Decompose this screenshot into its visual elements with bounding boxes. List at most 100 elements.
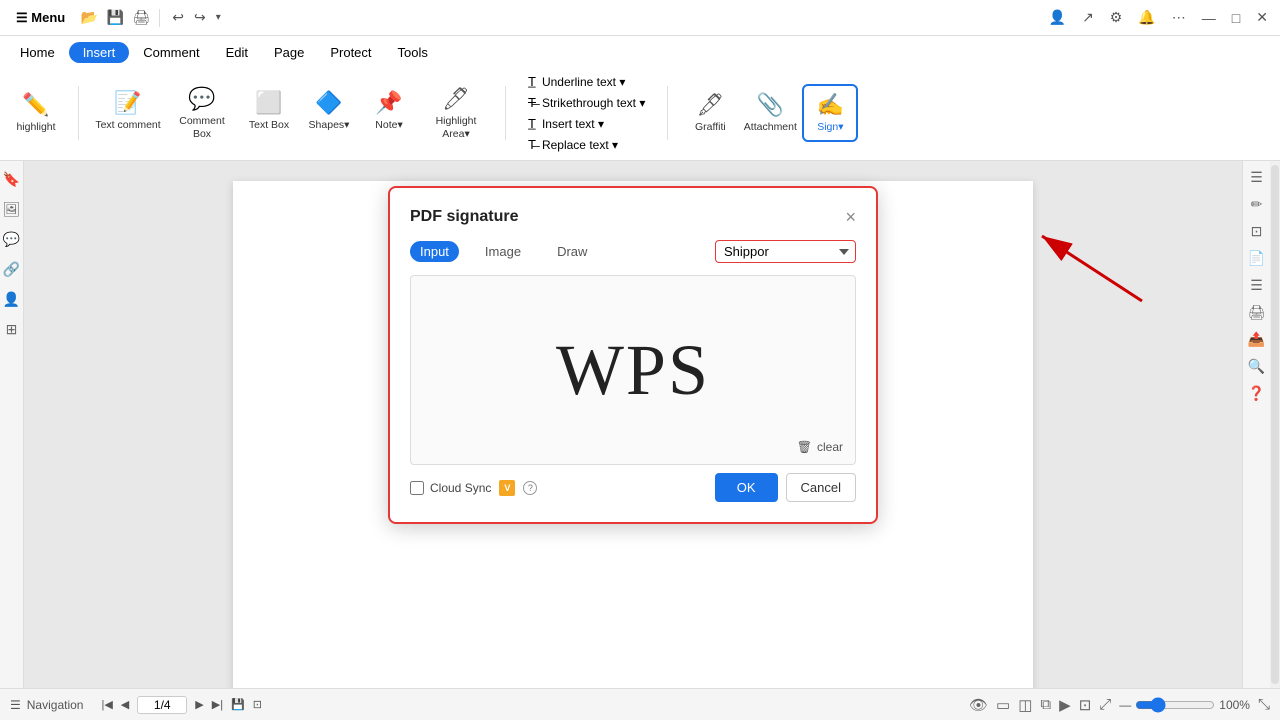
view-eye-icon[interactable]: 👁	[969, 696, 988, 714]
help-right-icon[interactable]: ❓	[1248, 385, 1265, 402]
graffiti-button[interactable]: 🖋 Graffiti	[682, 84, 738, 142]
last-page-icon[interactable]: ▶|	[212, 698, 223, 711]
single-page-icon[interactable]: ▭	[996, 696, 1010, 714]
open-icon[interactable]: 📂	[79, 8, 99, 28]
fit-page-icon[interactable]: ⊡	[253, 698, 262, 711]
cloud-sync-checkbox[interactable]	[410, 481, 424, 495]
page-input[interactable]	[137, 696, 187, 714]
status-nav: ☰ Navigation	[10, 698, 83, 712]
tab-comment[interactable]: Comment	[131, 41, 211, 64]
image-thumb-icon[interactable]: 🖼	[2, 199, 22, 219]
document-page: PDF signature × Input Image Draw Shippor…	[233, 181, 1033, 688]
highlight-area-button[interactable]: 🖊 Highlight Area▾	[421, 82, 491, 144]
shapes-label: Shapes▾	[309, 119, 350, 132]
redo-icon[interactable]: ↪	[190, 7, 210, 28]
crop-icon[interactable]: ⊡	[1251, 223, 1263, 240]
save-status-icon[interactable]: 💾	[231, 698, 245, 711]
text-extract-icon[interactable]: 📄	[1248, 250, 1265, 267]
undo-dropdown-icon[interactable]: ▾	[212, 10, 225, 25]
bookmark-icon[interactable]: 🔖	[2, 169, 22, 189]
grid-icon[interactable]: ⊞	[2, 319, 22, 339]
comment-box-button[interactable]: 💬 Comment Box	[167, 82, 237, 144]
tab-page[interactable]: Page	[262, 41, 316, 64]
resize-icon[interactable]: ⤢	[1099, 696, 1111, 713]
ok-button[interactable]: OK	[715, 473, 778, 502]
profile-icon[interactable]: 👤	[1045, 7, 1070, 28]
comment-box-label: Comment Box	[169, 115, 235, 140]
zoom-value: 100%	[1219, 698, 1250, 712]
expand-icon[interactable]: ⤡	[1258, 696, 1270, 713]
highlight-button[interactable]: ✏️ highlight	[8, 84, 64, 142]
font-select-dropdown[interactable]: Shippor Arial Times New Roman Courier	[715, 240, 856, 263]
cloud-sync-group: Cloud Sync V ?	[410, 480, 537, 496]
navigation-toggle-icon[interactable]: ☰	[10, 698, 21, 712]
close-icon[interactable]: ✕	[1252, 7, 1272, 28]
tab-tools[interactable]: Tools	[386, 41, 440, 64]
print-icon[interactable]: 🖨	[131, 8, 151, 28]
cancel-button[interactable]: Cancel	[786, 473, 856, 502]
strikethrough-text-button[interactable]: T̶ Strikethrough text ▾	[520, 93, 653, 112]
notification-icon[interactable]: 🔔	[1134, 7, 1159, 28]
title-bar: ☰ Menu 📂 💾 🖨 ↩ ↪ ▾ 👤 ↗ ⚙ 🔔 ⋯ — □ ✕	[0, 0, 1280, 36]
document-area: PDF signature × Input Image Draw Shippor…	[24, 161, 1242, 688]
scroll-track[interactable]	[1271, 165, 1279, 684]
tab-input[interactable]: Input	[410, 241, 459, 262]
undo-icon[interactable]: ↩	[168, 7, 188, 28]
tab-protect[interactable]: Protect	[318, 41, 383, 64]
edit-props-icon[interactable]: ✏	[1251, 196, 1263, 213]
minimize-icon[interactable]: —	[1198, 8, 1220, 28]
attachment-button[interactable]: 📎 Attachment	[742, 84, 798, 142]
align-icon[interactable]: ☰	[1250, 277, 1263, 294]
zoom-slider[interactable]	[1135, 697, 1215, 713]
clear-button[interactable]: 🗑 clear	[797, 440, 843, 454]
signature-preview: WPS	[556, 329, 710, 412]
settings-icon[interactable]: ⚙	[1106, 7, 1127, 28]
sep1	[78, 86, 79, 140]
dialog-close-button[interactable]: ×	[845, 208, 856, 226]
next-page-icon[interactable]: ▶	[195, 698, 203, 711]
tab-home[interactable]: Home	[8, 41, 67, 64]
dual-page-icon[interactable]: ◫	[1018, 696, 1032, 714]
comment-icon[interactable]: 💬	[2, 229, 22, 249]
underline-text-button[interactable]: T̲ Underline text ▾	[520, 72, 653, 91]
export-icon[interactable]: 📤	[1248, 331, 1265, 348]
clear-label: clear	[817, 440, 843, 454]
menu-button[interactable]: ☰ Menu	[8, 8, 73, 28]
replace-text-label: Replace text ▾	[542, 138, 618, 152]
link-icon[interactable]: 🔗	[2, 259, 22, 279]
help-icon[interactable]: ?	[523, 481, 537, 495]
shapes-icon: 🔷	[315, 90, 342, 116]
present-icon[interactable]: ▶	[1059, 696, 1071, 714]
properties-icon[interactable]: ☰	[1250, 169, 1263, 186]
continuous-icon[interactable]: ⧉	[1040, 696, 1051, 713]
dialog-tabs: Input Image Draw Shippor Arial Times New…	[410, 240, 856, 263]
first-page-icon[interactable]: |◀	[101, 698, 112, 711]
ribbon-tab-bar: Home Insert Comment Edit Page Protect To…	[0, 36, 1280, 68]
prev-page-icon[interactable]: ◀	[121, 698, 129, 711]
tab-draw[interactable]: Draw	[547, 241, 597, 262]
zoom-out-icon[interactable]: —	[1119, 698, 1131, 712]
save-icon[interactable]: 💾	[105, 8, 125, 28]
tab-insert[interactable]: Insert	[69, 42, 130, 63]
user-icon[interactable]: 👤	[2, 289, 22, 309]
note-button[interactable]: 📌 Note▾	[361, 82, 417, 140]
maximize-icon[interactable]: □	[1228, 8, 1244, 28]
text-box-button[interactable]: ⬜ Text Box	[241, 82, 297, 140]
search-right-icon[interactable]: 🔍	[1248, 358, 1265, 375]
more-icon[interactable]: ⋯	[1168, 7, 1190, 28]
scrollbar[interactable]	[1270, 161, 1280, 688]
fullscreen-icon[interactable]: ⊡	[1079, 696, 1092, 714]
shapes-button[interactable]: 🔷 Shapes▾	[301, 82, 357, 140]
divider	[159, 9, 160, 27]
highlight-label: highlight	[16, 121, 55, 134]
sign-button[interactable]: ✍ Sign▾	[802, 84, 858, 142]
replace-text-button[interactable]: T̶ Replace text ▾	[520, 135, 653, 154]
tab-edit[interactable]: Edit	[214, 41, 260, 64]
group-highlight: ✏️ highlight	[8, 84, 64, 142]
text-comment-button[interactable]: 📝 Text comment	[93, 82, 163, 140]
share-icon[interactable]: ↗	[1078, 7, 1098, 28]
insert-text-button[interactable]: T̲ Insert text ▾	[520, 114, 653, 133]
tab-image[interactable]: Image	[475, 241, 531, 262]
text-comment-label: Text comment	[95, 119, 160, 132]
print-right-icon[interactable]: 🖨	[1248, 304, 1266, 321]
